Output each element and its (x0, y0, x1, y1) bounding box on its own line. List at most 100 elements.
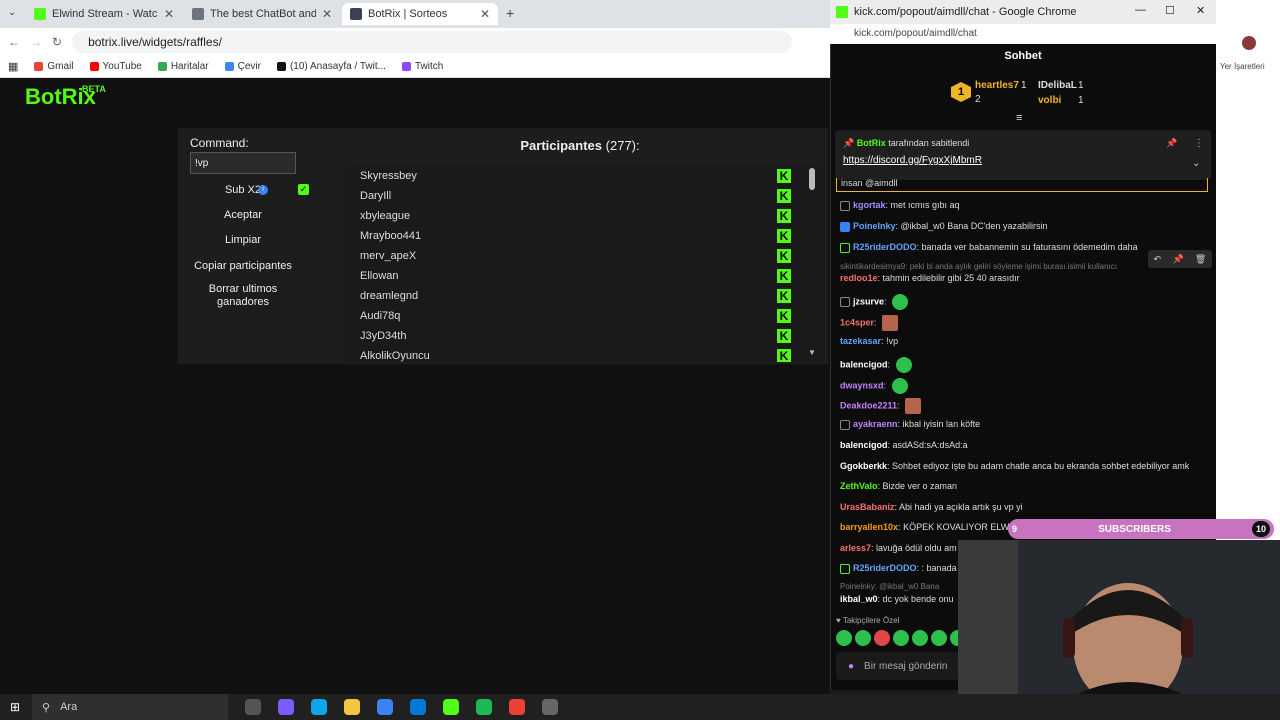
windows-start-icon[interactable]: ⊞ (10, 700, 24, 714)
emote-icon[interactable] (855, 630, 871, 646)
pin-icon[interactable]: 📌 (1172, 254, 1183, 265)
obs-icon[interactable] (542, 699, 558, 715)
close-icon[interactable]: ✕ (1196, 4, 1205, 17)
chevron-down-icon[interactable]: ⌄ (1192, 158, 1200, 169)
chat-url-bar[interactable]: kick.com/popout/aimdll/chat (830, 24, 1216, 44)
profile-avatar[interactable] (1242, 36, 1256, 50)
chat-username[interactable]: 1c4sper (840, 317, 874, 327)
info-icon[interactable]: i (258, 185, 268, 195)
delete-icon[interactable]: 🗑 (1195, 254, 1206, 265)
kick-app-icon[interactable] (443, 699, 459, 715)
bookmark-twitter[interactable]: (10) Anasayfa / Twit... (276, 61, 386, 72)
tab-botrix-chatbot[interactable]: The best ChatBot and Widgets for ✕ (184, 3, 340, 25)
chat-username[interactable]: ayakraenn (853, 419, 898, 429)
chat-username[interactable]: redloo1e (840, 273, 878, 283)
chat-message: R25riderDODO: banada ver babannemin su f… (840, 242, 1138, 253)
more-options-icon[interactable]: ⋮ (1194, 138, 1204, 149)
pinned-by-user[interactable]: BotRix (857, 138, 886, 148)
emote-icon[interactable] (912, 630, 928, 646)
tab-search-icon[interactable]: ⌄ (8, 7, 16, 18)
copy-participants-button[interactable]: Copiar participantes (190, 260, 296, 272)
sub-x2-checkbox[interactable]: ✓ (298, 184, 309, 195)
search-label: Ara (60, 701, 78, 713)
chat-username[interactable]: R25riderDODO (853, 242, 917, 252)
copilot-icon[interactable] (278, 699, 294, 715)
back-arrow-icon[interactable]: ← (8, 35, 20, 49)
chat-username[interactable]: Ggokberkk (840, 461, 887, 471)
chat-message-input[interactable]: ● Bir mesaj gönderin (836, 652, 960, 680)
maps-pin-icon (157, 62, 167, 71)
emote-icon[interactable] (836, 630, 852, 646)
collapse-leaderboard-icon[interactable]: ≡ (1016, 112, 1022, 124)
tab-elwind-stream[interactable]: Elwind Stream - Watch Live on K ✕ (26, 3, 182, 25)
leaderboard-user-volbi[interactable]: volbi (1038, 95, 1061, 106)
outlook-icon[interactable] (410, 699, 426, 715)
leaderboard-user-idelibal[interactable]: IDelibaL (1038, 80, 1077, 91)
participants-list[interactable]: Skyressbey K DaryIll K xbyleague K Mrayboo4… (345, 166, 823, 362)
kick-logo-icon: K (777, 289, 791, 303)
chat-username[interactable]: balencigod (840, 440, 888, 450)
chat-username[interactable]: kgortak (853, 200, 886, 210)
url-field[interactable]: botrix.live/widgets/raffles/ (72, 31, 793, 53)
taskbar-search[interactable]: ⚲ Ara (32, 694, 228, 720)
chat-message: barryallen10x: KÖPEK KOVALIYOR ELWIN (840, 522, 1019, 532)
chat-username[interactable]: balencigod (840, 359, 888, 369)
chat-username[interactable]: dwaynsxd (840, 380, 884, 390)
chat-message: balencigod: asdASd:sA:dsAd:a (840, 440, 968, 450)
close-tab-icon[interactable]: ✕ (322, 7, 332, 21)
chrome-icon[interactable] (509, 699, 525, 715)
leaderboard-user-1[interactable]: heartles7 (975, 80, 1019, 91)
task-view-icon[interactable] (245, 699, 261, 715)
chat-text: banada ver babannemin su faturasını ödem… (921, 242, 1138, 252)
pinned-discord-link[interactable]: https://discord.gg/FygxXjMbmR (843, 155, 982, 166)
emote-icon[interactable] (931, 630, 947, 646)
chat-text: lavuğa ödül oldu am (876, 543, 957, 553)
chat-username[interactable]: Deakdoe2211 (840, 400, 897, 410)
accept-button[interactable]: Aceptar (190, 209, 296, 221)
bookmark-youtube[interactable]: YouTube (89, 61, 142, 72)
maximize-icon[interactable]: ☐ (1165, 4, 1175, 17)
forward-arrow-icon[interactable]: → (30, 35, 42, 49)
bookmark-haritalar[interactable]: Haritalar (157, 61, 209, 72)
reply-context: sikintikardesimya9: peki bi anda aylık g… (840, 262, 1117, 271)
participant-name: J3yD34th (360, 330, 407, 342)
emote-icon[interactable] (893, 630, 909, 646)
file-explorer-icon[interactable] (344, 699, 360, 715)
reload-icon[interactable]: ↻ (52, 35, 62, 49)
bookmarks-folder-label[interactable]: Yer İşaretleri (1220, 62, 1265, 71)
pin-icon[interactable]: 📌 (1166, 138, 1177, 149)
chat-username[interactable]: R25riderDODO (853, 563, 917, 573)
chat-username[interactable]: tazekasar (840, 336, 881, 346)
close-tab-icon[interactable]: ✕ (480, 7, 490, 21)
chat-message: UrasBabaniz: Abi hadi ya açıkla artık şu… (840, 502, 1023, 512)
sub-badge-icon (840, 419, 850, 430)
command-input[interactable] (190, 152, 296, 174)
new-tab-plus-icon[interactable]: + (506, 5, 514, 21)
minimize-icon[interactable]: — (1135, 4, 1146, 16)
bookmark-label: Haritalar (170, 61, 209, 72)
chat-username[interactable]: arless7 (840, 543, 871, 553)
bookmark-gmail[interactable]: Gmail (34, 61, 74, 72)
chat-username[interactable]: UrasBabaniz (840, 502, 895, 512)
edge-icon[interactable] (311, 699, 327, 715)
spotify-icon[interactable] (476, 699, 492, 715)
participants-scrollbar[interactable] (809, 168, 815, 190)
bookmark-cevir[interactable]: Çevir (224, 61, 261, 72)
microphone-icon[interactable]: ● (848, 661, 854, 672)
emote-icon[interactable] (874, 630, 890, 646)
clear-button[interactable]: Limpiar (190, 234, 296, 246)
chat-username[interactable]: ikbal_w0 (840, 594, 878, 604)
chat-username[interactable]: jzsurve (853, 296, 884, 306)
reply-context: Poinelnky: @ikbal_w0 Bana (840, 582, 940, 591)
clear-last-winners-button[interactable]: Borrar ultimos ganadores (190, 283, 296, 309)
chat-username[interactable]: barryallen10x (840, 522, 898, 532)
close-tab-icon[interactable]: ✕ (164, 7, 174, 21)
chat-username[interactable]: PoineInky (853, 221, 896, 231)
apps-grid-icon[interactable]: ▦ (8, 60, 18, 73)
store-icon[interactable] (377, 699, 393, 715)
reply-icon[interactable]: ↶ (1154, 254, 1162, 265)
tab-botrix-sorteos[interactable]: BotRix | Sorteos ✕ (342, 3, 498, 25)
chat-username[interactable]: ZethValo (840, 481, 878, 491)
scroll-down-arrow-icon[interactable]: ▼ (808, 348, 816, 357)
bookmark-twitch[interactable]: Twitch (401, 61, 443, 72)
